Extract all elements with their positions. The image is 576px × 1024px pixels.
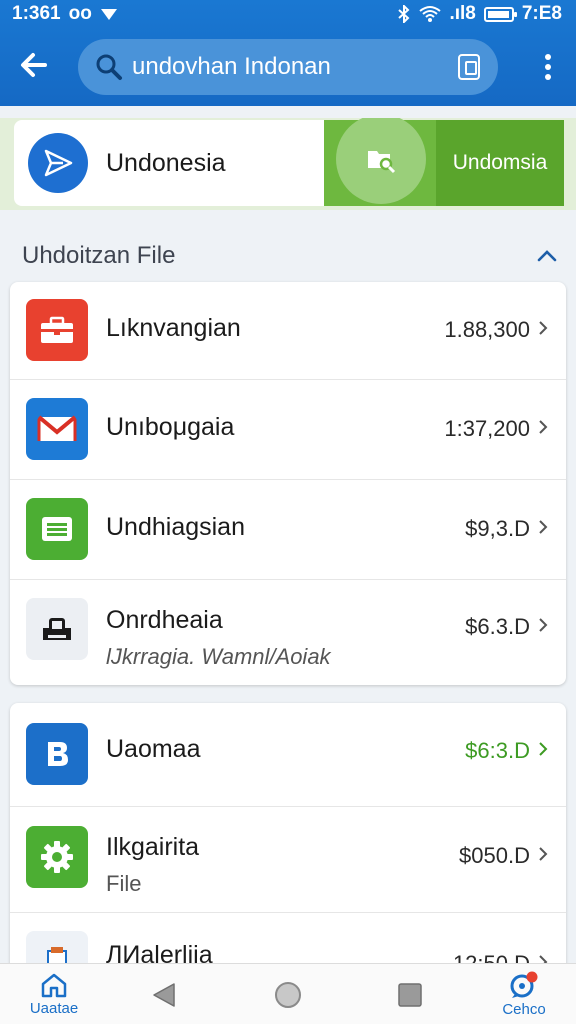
banner-title: Undonesia [106,148,226,177]
chevron-right-icon [539,420,548,434]
row-title: Ilkgairita [106,833,200,861]
bottom-navigation: Uaatae Cehco [0,963,576,1024]
list-item[interactable]: Lıknvangian 1.88,300 [10,282,566,380]
row-title: Lıknvangian [106,314,241,342]
chevron-right-icon [539,742,548,756]
nav-home-tab[interactable]: Uaatae [22,964,86,1024]
search-bar[interactable] [78,39,498,95]
printer-icon [26,598,88,660]
banner-action-label: Undomsia [436,120,564,206]
banner-action-button[interactable]: Undomsia [324,118,564,206]
battery-icon [483,6,517,22]
search-icon [94,52,124,82]
gear-icon [26,826,88,888]
section-header[interactable]: Uhdoitzan File [22,238,558,274]
row-title: Undhiagsian [106,513,245,541]
back-arrow-icon [21,53,47,77]
nav-home-button[interactable] [268,964,308,1024]
back-button[interactable] [16,50,52,86]
list-icon [26,498,88,560]
section-title: Uhdoitzan File [22,242,176,269]
row-subtitle: lJkrragia. Wamnl/Aoiak [106,644,331,669]
send-logo-icon [28,133,88,193]
toolbox-icon [26,299,88,361]
bluetooth-icon [398,5,410,23]
list-item[interactable]: Unıboμgaia 1:37,200 [10,380,566,480]
nav-back-icon [153,982,175,1007]
folder-search-icon [336,118,426,204]
row-value: $6.3.D [465,614,530,639]
chevron-up-icon[interactable] [536,245,558,267]
row-subtitle: File [106,871,142,896]
search-input[interactable] [132,53,432,81]
list-item[interactable]: Undhiagsian $9,3.D [10,480,566,580]
list-item[interactable]: Ilkgairita File $050.D [10,807,566,913]
app-bar [0,38,576,96]
list-item[interactable]: Onrdheaia lJkrragia. Wamnl/Aoiak $6.3.D [10,580,566,685]
nav-back-button[interactable] [144,964,184,1024]
row-value: $050.D [459,843,530,868]
row-title: Onrdheaia [106,606,223,634]
nav-recents-button[interactable] [390,964,430,1024]
row-title: Uaomaa [106,735,201,763]
file-list-card: Lıknvangian 1.88,300 Unıboμgaia 1:37,200… [10,282,566,685]
nav-recents-icon [398,982,422,1007]
file-list-card-secondary: Uaomaa $6:3.D Ilkgairita File $050.D ЛИa… [10,703,566,983]
chevron-right-icon [539,321,548,335]
row-title: Unıboμgaia [106,413,235,441]
chevron-right-icon [539,618,548,632]
more-options-button[interactable] [544,54,552,80]
nav-home-label: Uaatae [29,1000,79,1017]
status-bar: 1:361 oo .ıl8 7:E8 [0,0,576,28]
clipboard-icon[interactable] [458,54,480,80]
chevron-right-icon [539,520,548,534]
row-value: 1.88,300 [444,317,530,342]
status-time: 1:361 [12,3,61,24]
network-indicator: .ıl8 [449,3,476,24]
row-value: $6:3.D [465,738,530,763]
mail-icon [26,398,88,460]
location-icon [100,9,117,20]
row-value: $9,3.D [465,516,530,541]
more-vert-icon [545,54,551,60]
home-icon [41,973,67,998]
top-bar: 1:361 oo .ıl8 7:E8 [0,0,576,106]
chat-badge-icon [510,971,538,998]
nav-contact-tab[interactable]: Cehco [492,964,556,1024]
nav-home-icon [275,981,301,1008]
banner-card[interactable]: Undonesia [14,120,326,206]
banner: Undonesia Undomsia [0,118,576,210]
chevron-right-icon [539,847,548,861]
status-time-right: 7:E8 [521,3,562,24]
wifi-icon [419,6,442,22]
b-letter-icon [26,723,88,785]
list-item[interactable]: Uaomaa $6:3.D [10,703,566,807]
row-value: 1:37,200 [444,416,530,441]
nav-contact-label: Cehco [502,1001,546,1018]
status-carrier: oo [68,3,92,24]
